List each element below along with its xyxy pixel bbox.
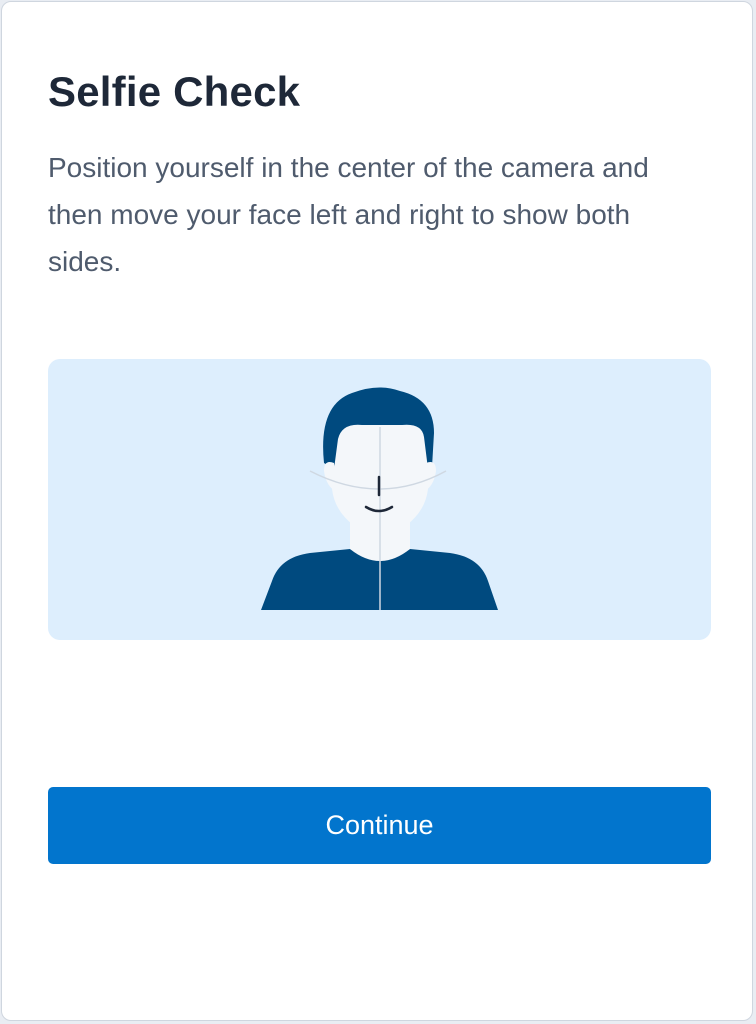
page-title: Selfie Check <box>48 68 301 115</box>
selfie-illustration <box>48 359 711 640</box>
person-face-outline-icon <box>261 387 498 610</box>
continue-button[interactable]: Continue <box>48 787 711 864</box>
instructions-text: Position yourself in the center of the c… <box>48 152 649 277</box>
selfie-check-card: Selfie Check Position yourself in the ce… <box>1 1 753 1021</box>
